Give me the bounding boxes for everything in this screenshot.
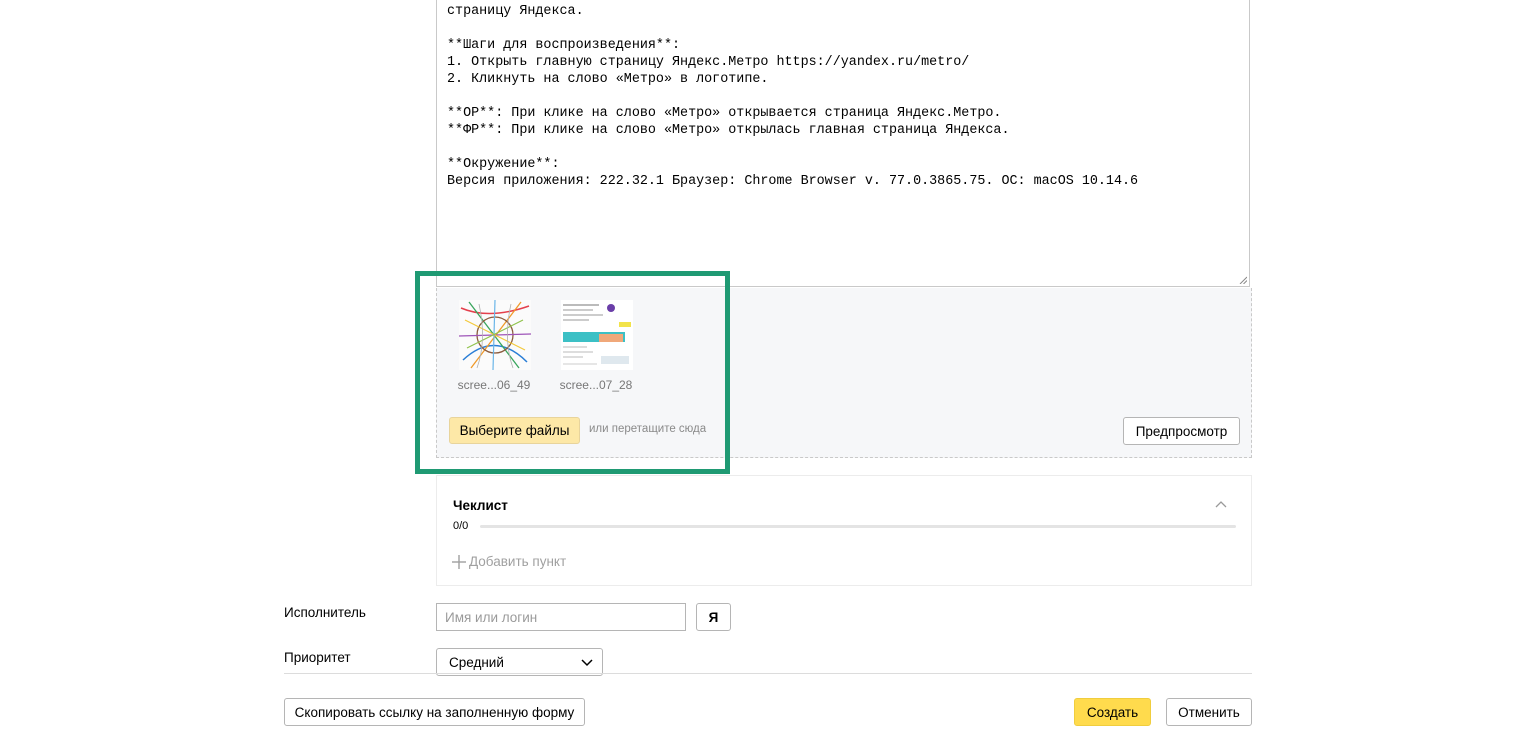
cancel-button[interactable]: Отменить	[1166, 698, 1252, 726]
description-line: 1. Открыть главную страницу Яндекс.Метро…	[447, 55, 970, 70]
checklist-card: Чеклист 0/0 Добавить пункт	[436, 475, 1252, 586]
description-line: **ОР**: При клике на слово «Метро» откры…	[447, 106, 1002, 121]
assignee-label: Исполнитель	[284, 605, 366, 620]
description-text: Клик на слово «Метро» в логотипе Яндекс.…	[447, 0, 1243, 190]
description-line	[447, 139, 1243, 156]
priority-label: Приоритет	[284, 650, 351, 665]
description-line: **Окружение**:	[447, 157, 560, 172]
description-textarea[interactable]: Клик на слово «Метро» в логотипе Яндекс.…	[436, 0, 1250, 287]
description-line: **Шаги для воспроизведения**:	[447, 38, 681, 53]
priority-select[interactable]: Средний	[436, 648, 603, 676]
description-line	[447, 20, 1243, 37]
highlight-frame	[415, 271, 730, 474]
footer-divider	[284, 673, 1252, 674]
checklist-progress-text: 0/0	[453, 520, 469, 532]
assign-me-button[interactable]: Я	[696, 603, 731, 631]
resize-handle-icon[interactable]	[1239, 276, 1247, 284]
assignee-input[interactable]: Имя или логин	[436, 603, 686, 631]
description-line: 2. Кликнуть на слово «Метро» в логотипе.	[447, 72, 769, 87]
chevron-up-icon[interactable]	[1215, 500, 1227, 508]
priority-selected-value: Средний	[449, 654, 504, 670]
copy-link-button[interactable]: Скопировать ссылку на заполненную форму	[284, 698, 585, 726]
description-line: Версия приложения: 222.32.1 Браузер: Chr…	[447, 174, 1139, 189]
description-line: **ФР**: При клике на слово «Метро» откры…	[447, 123, 1010, 138]
create-button[interactable]: Создать	[1074, 698, 1151, 726]
chevron-down-icon	[581, 659, 593, 667]
description-line: страницу Яндекса.	[447, 4, 584, 19]
checklist-title: Чеклист	[453, 498, 508, 513]
add-item-label: Добавить пункт	[469, 554, 567, 569]
preview-button[interactable]: Предпросмотр	[1123, 417, 1240, 445]
plus-icon	[452, 554, 466, 569]
checklist-progress-bar	[480, 525, 1236, 528]
add-item-button[interactable]: Добавить пункт	[452, 554, 566, 569]
assignee-placeholder: Имя или логин	[445, 609, 538, 625]
description-line	[447, 88, 1243, 105]
